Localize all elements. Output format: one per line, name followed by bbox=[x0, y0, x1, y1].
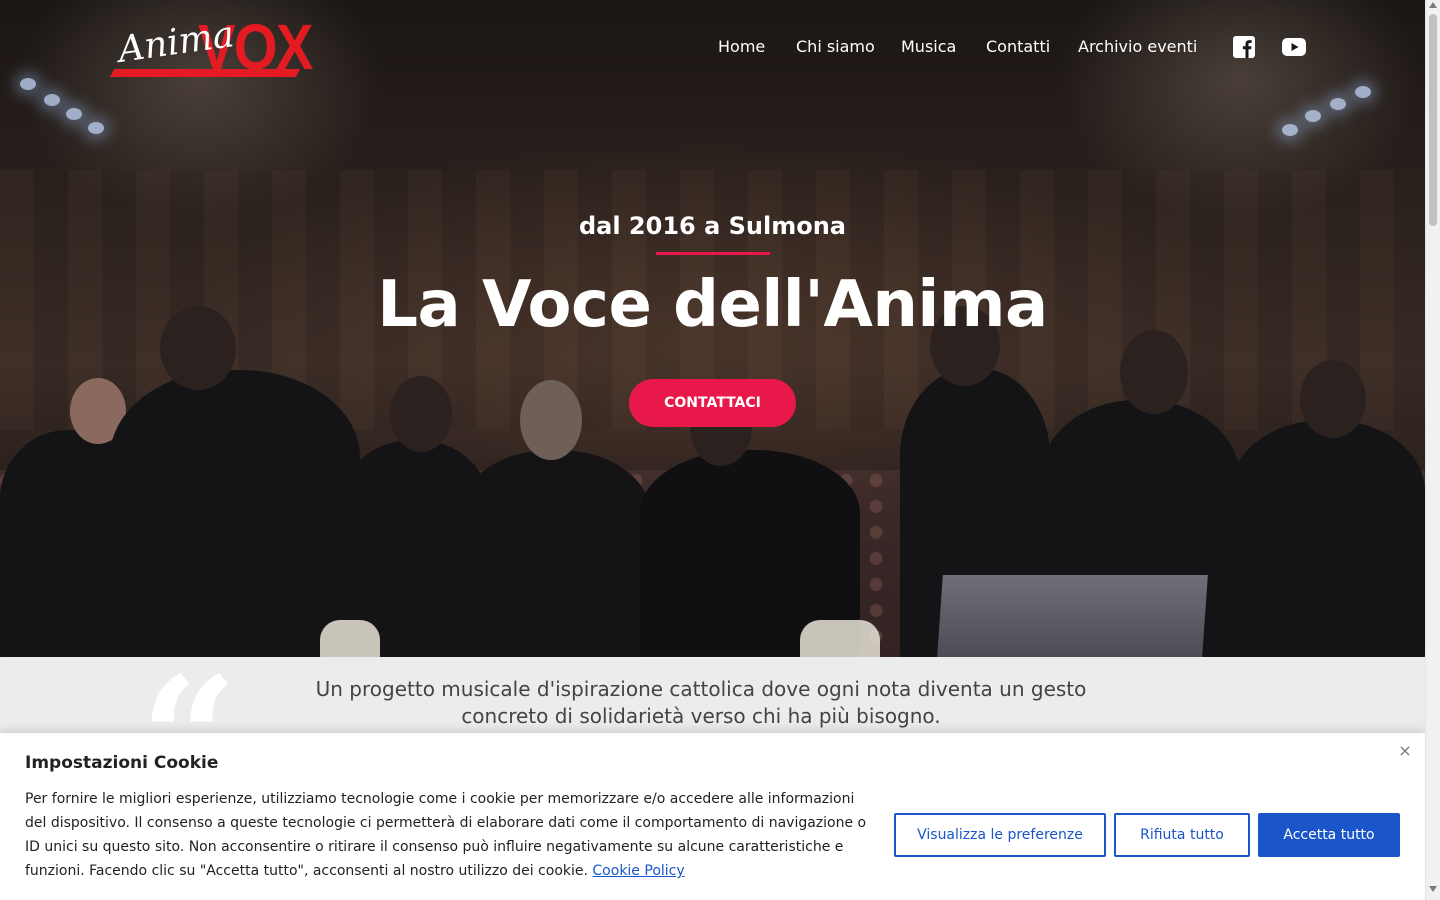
singer-head bbox=[1300, 360, 1366, 438]
cookie-description: Per fornire le migliori esperienze, util… bbox=[25, 787, 875, 883]
close-icon[interactable]: × bbox=[1397, 741, 1413, 761]
cookie-banner: Impostazioni Cookie × Per fornire le mig… bbox=[0, 733, 1425, 900]
stage-cup bbox=[320, 620, 380, 657]
nav-item-archivio-eventi[interactable]: Archivio eventi bbox=[1078, 37, 1197, 56]
cookie-body-text: Per fornire le migliori esperienze, util… bbox=[25, 791, 867, 879]
scrollbar-thumb[interactable] bbox=[1429, 14, 1437, 226]
nav-item-chi-siamo[interactable]: Chi siamo bbox=[796, 37, 875, 56]
hero-headline: La Voce dell'Anima bbox=[377, 268, 1048, 342]
singer-silhouette bbox=[110, 370, 360, 657]
singer-head bbox=[520, 380, 582, 460]
reject-all-button[interactable]: Rifiuta tutto bbox=[1114, 813, 1250, 857]
hero-tagline: dal 2016 a Sulmona bbox=[578, 212, 847, 240]
contact-cta-button[interactable]: CONTATTACI bbox=[629, 379, 796, 427]
stage-light bbox=[1305, 110, 1321, 122]
stage-light bbox=[1330, 98, 1346, 110]
quote-text: Un progetto musicale d'ispirazione catto… bbox=[315, 677, 1087, 728]
scroll-up-arrow-icon[interactable] bbox=[1429, 2, 1437, 8]
singer-silhouette bbox=[460, 450, 650, 657]
nav-item-contatti[interactable]: Contatti bbox=[986, 37, 1050, 56]
singer-head bbox=[390, 376, 452, 452]
singer-head bbox=[1120, 330, 1188, 414]
nav-item-musica[interactable]: Musica bbox=[901, 37, 956, 56]
page-scrollbar[interactable] bbox=[1425, 0, 1440, 900]
singer-silhouette bbox=[1230, 420, 1425, 657]
accept-all-button[interactable]: Accetta tutto bbox=[1258, 813, 1400, 857]
view-preferences-button[interactable]: Visualizza le preferenze bbox=[894, 813, 1106, 857]
stage-light bbox=[20, 78, 36, 90]
stage-light bbox=[88, 122, 104, 134]
cookie-title: Impostazioni Cookie bbox=[25, 753, 219, 773]
scroll-down-arrow-icon[interactable] bbox=[1429, 886, 1437, 892]
cookie-policy-link[interactable]: Cookie Policy bbox=[592, 863, 684, 879]
stage-cup bbox=[800, 620, 880, 657]
facebook-icon[interactable] bbox=[1232, 35, 1256, 59]
youtube-icon[interactable] bbox=[1281, 35, 1307, 59]
stage-light bbox=[1355, 86, 1371, 98]
nav-item-home[interactable]: Home bbox=[718, 37, 765, 56]
stage-light bbox=[44, 94, 60, 106]
tagline-underline bbox=[656, 252, 770, 255]
site-logo[interactable]: VOX Anima bbox=[109, 11, 313, 83]
music-stand bbox=[937, 575, 1208, 657]
stage-light bbox=[1282, 124, 1298, 136]
stage-light bbox=[66, 108, 82, 120]
